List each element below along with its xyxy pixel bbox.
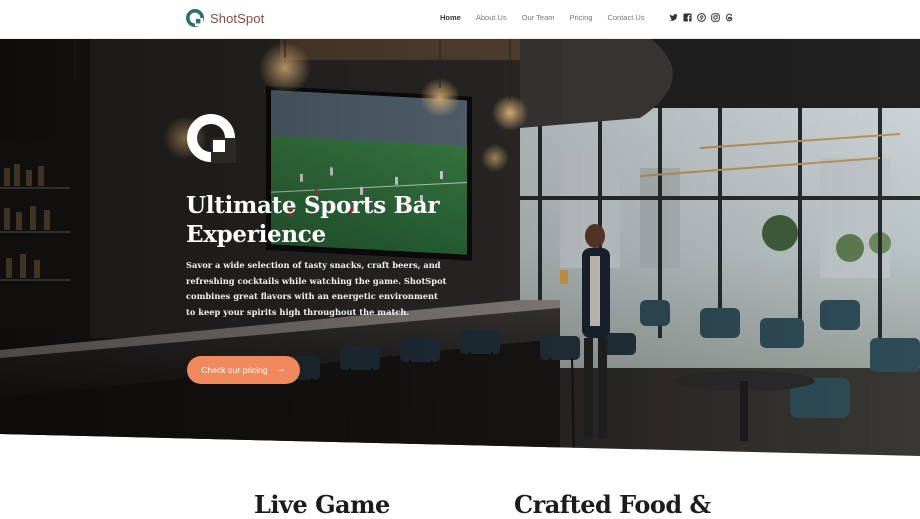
brand-name: ShotSpot — [210, 10, 265, 26]
hero-title: Ultimate Sports Bar Experience — [186, 192, 440, 248]
pinterest-icon[interactable] — [697, 13, 706, 22]
brand-logo-icon — [186, 9, 204, 27]
social-links — [669, 13, 734, 22]
instagram-icon[interactable] — [711, 13, 720, 22]
facebook-icon[interactable] — [683, 13, 692, 22]
threads-icon[interactable] — [725, 13, 734, 22]
site-header: ShotSpot Home About Us Our Team Pricing … — [0, 0, 920, 39]
brand[interactable]: ShotSpot — [186, 9, 264, 27]
feature-title-crafted-food: Crafted Food & — [514, 490, 711, 519]
nav-pricing[interactable]: Pricing — [570, 13, 593, 22]
nav-about-us[interactable]: About Us — [476, 13, 507, 22]
feature-title-live-game: Live Game — [254, 490, 390, 519]
nav-our-team[interactable]: Our Team — [522, 13, 555, 22]
main-nav: Home About Us Our Team Pricing Contact U… — [440, 13, 660, 22]
check-pricing-button[interactable]: Check our pricing → — [187, 356, 300, 384]
arrow-right-icon: → — [275, 364, 286, 375]
check-pricing-label: Check our pricing — [201, 365, 268, 375]
twitter-icon[interactable] — [669, 13, 678, 22]
hero-logo-mark — [187, 114, 236, 163]
hero-section: Ultimate Sports Bar Experience Savor a w… — [0, 38, 920, 456]
nav-home[interactable]: Home — [440, 13, 461, 22]
nav-contact-us[interactable]: Contact Us — [607, 13, 644, 22]
hero-description: Savor a wide selection of tasty snacks, … — [186, 260, 447, 317]
